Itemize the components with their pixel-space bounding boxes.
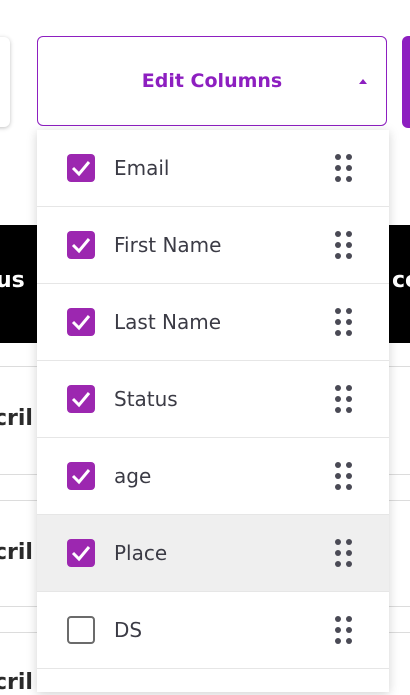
column-item-status[interactable]: Status xyxy=(37,361,389,438)
checkbox-checked-icon[interactable] xyxy=(67,231,95,259)
drag-handle-icon[interactable] xyxy=(335,539,353,567)
column-item-label: Place xyxy=(114,541,168,565)
column-item-first-name[interactable]: First Name xyxy=(37,207,389,284)
column-item-email[interactable]: Email xyxy=(37,130,389,207)
column-item-label: Email xyxy=(114,156,170,180)
table-row-cell: cril xyxy=(0,406,33,431)
checkbox-checked-icon[interactable] xyxy=(67,462,95,490)
checkbox-checked-icon[interactable] xyxy=(67,385,95,413)
column-item-last-name[interactable]: Last Name xyxy=(37,284,389,361)
drag-handle-icon[interactable] xyxy=(335,616,353,644)
column-item-label: First Name xyxy=(114,233,222,257)
column-item-label: Status xyxy=(114,387,178,411)
background-card xyxy=(0,37,10,127)
drag-handle-icon[interactable] xyxy=(335,308,353,336)
table-header-cell-right: ce xyxy=(392,268,410,293)
edit-columns-label: Edit Columns xyxy=(141,70,283,92)
checkbox-checked-icon[interactable] xyxy=(67,539,95,567)
table-row-cell: cril xyxy=(0,540,33,565)
table-header-cell-left: us xyxy=(0,268,25,293)
drag-handle-icon[interactable] xyxy=(335,462,353,490)
column-item-age[interactable]: age xyxy=(37,438,389,515)
checkbox-checked-icon[interactable] xyxy=(67,154,95,182)
column-item-ds[interactable]: DS xyxy=(37,592,389,669)
caret-up-icon xyxy=(359,79,367,84)
checkbox-checked-icon[interactable] xyxy=(67,308,95,336)
drag-handle-icon[interactable] xyxy=(335,154,353,182)
column-item-label: Last Name xyxy=(114,310,222,334)
drag-handle-icon[interactable] xyxy=(335,231,353,259)
column-item-label: age xyxy=(114,464,152,488)
column-item-label: DS xyxy=(114,618,143,642)
edit-columns-button[interactable]: Edit Columns xyxy=(37,36,387,126)
column-item-place[interactable]: Place xyxy=(37,515,389,592)
checkbox-unchecked-icon[interactable] xyxy=(67,616,95,644)
background-action-button[interactable] xyxy=(402,36,410,128)
columns-dropdown-menu: Email First Name Last Name Status age Pl… xyxy=(37,130,389,692)
table-row-cell: cril xyxy=(0,670,33,695)
drag-handle-icon[interactable] xyxy=(335,385,353,413)
